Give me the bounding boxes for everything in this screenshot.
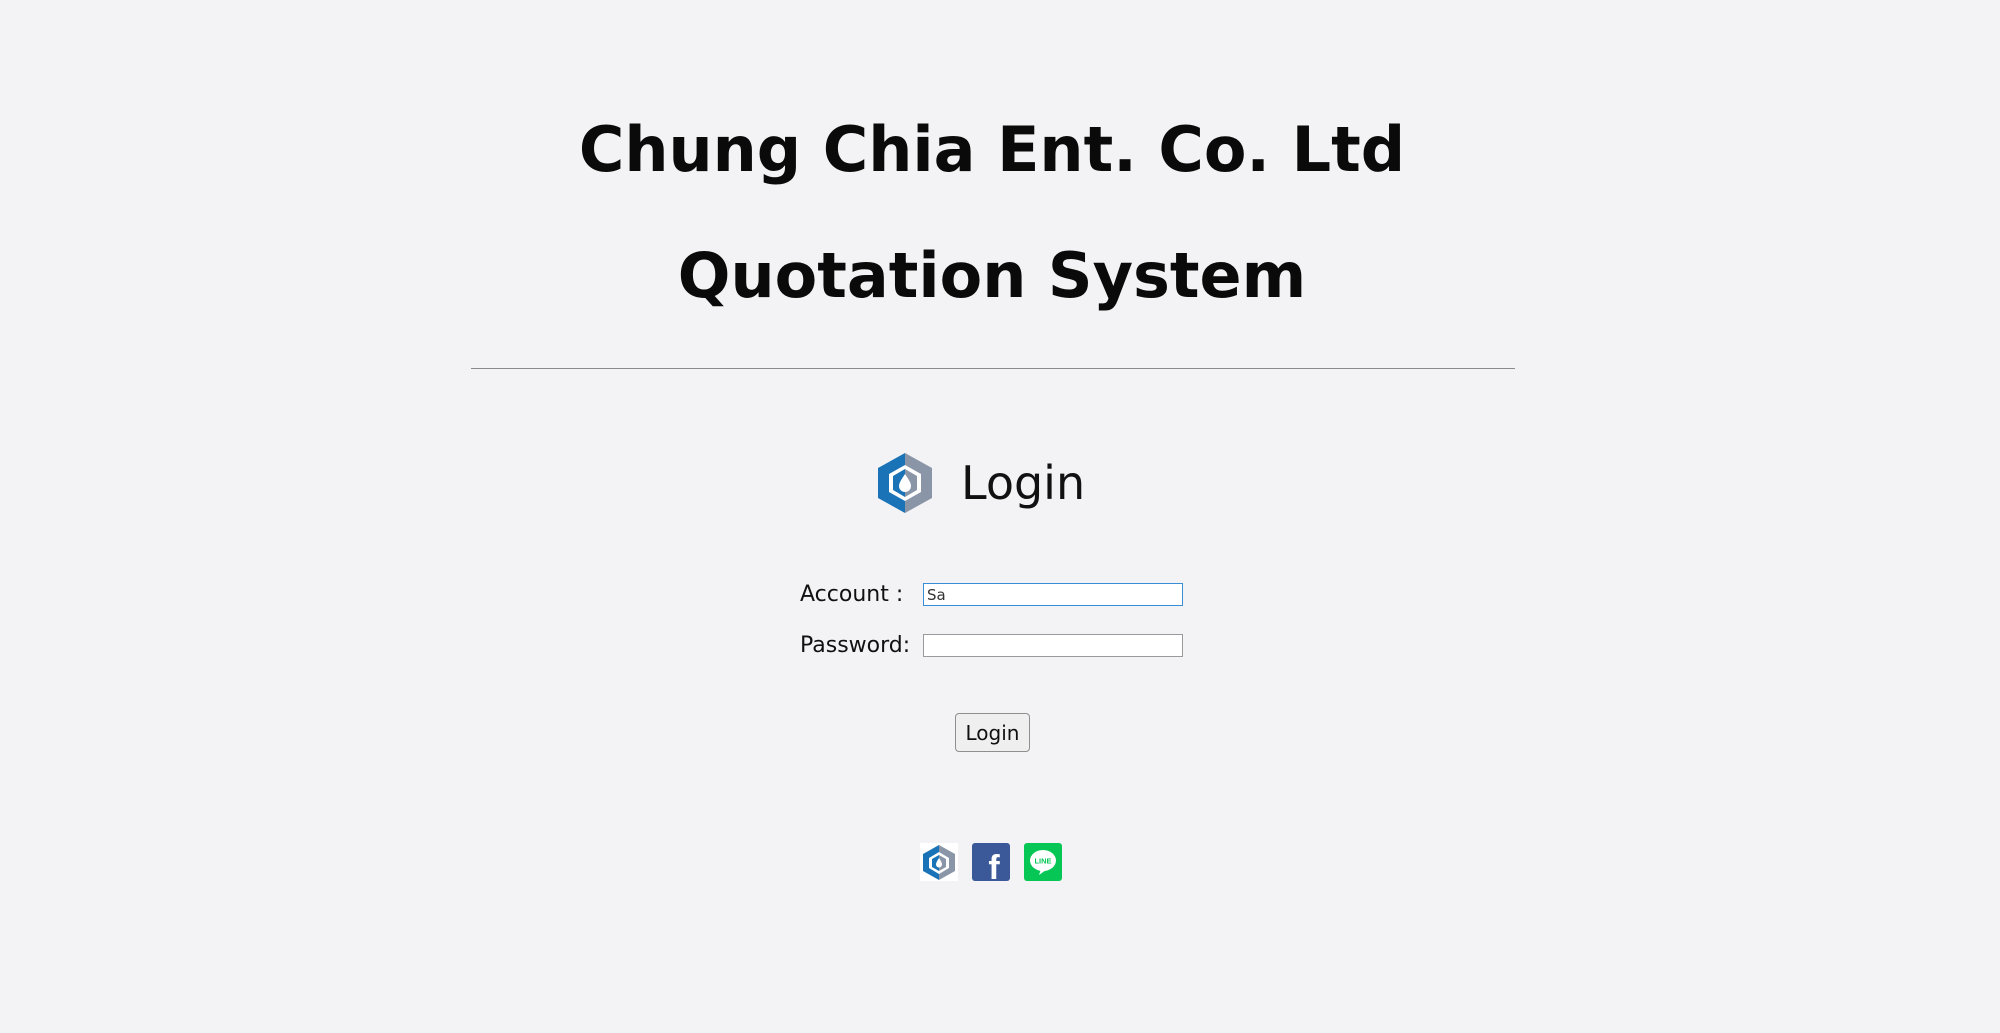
system-title: Quotation System xyxy=(677,239,1307,312)
password-input[interactable] xyxy=(923,634,1183,657)
login-header: Login xyxy=(876,448,1085,518)
company-logo-link[interactable] xyxy=(920,843,958,881)
account-input[interactable] xyxy=(923,583,1183,606)
password-label: Password: xyxy=(800,633,911,658)
facebook-glyph: f xyxy=(988,849,1000,881)
line-link[interactable]: LINE xyxy=(1024,843,1062,881)
hexagon-drop-logo-icon xyxy=(878,453,932,513)
company-title: Chung Chia Ent. Co. Ltd xyxy=(578,113,1406,186)
account-label: Account : xyxy=(800,582,904,607)
login-button[interactable]: Login xyxy=(955,713,1030,752)
line-icon: LINE xyxy=(1024,843,1062,881)
login-title: Login xyxy=(961,456,1086,510)
header-divider xyxy=(471,368,1515,369)
social-links: f LINE xyxy=(920,843,1062,881)
hexagon-drop-icon xyxy=(920,843,958,881)
line-glyph: LINE xyxy=(1034,857,1051,866)
facebook-icon: f xyxy=(972,843,1010,881)
facebook-link[interactable]: f xyxy=(972,843,1010,881)
